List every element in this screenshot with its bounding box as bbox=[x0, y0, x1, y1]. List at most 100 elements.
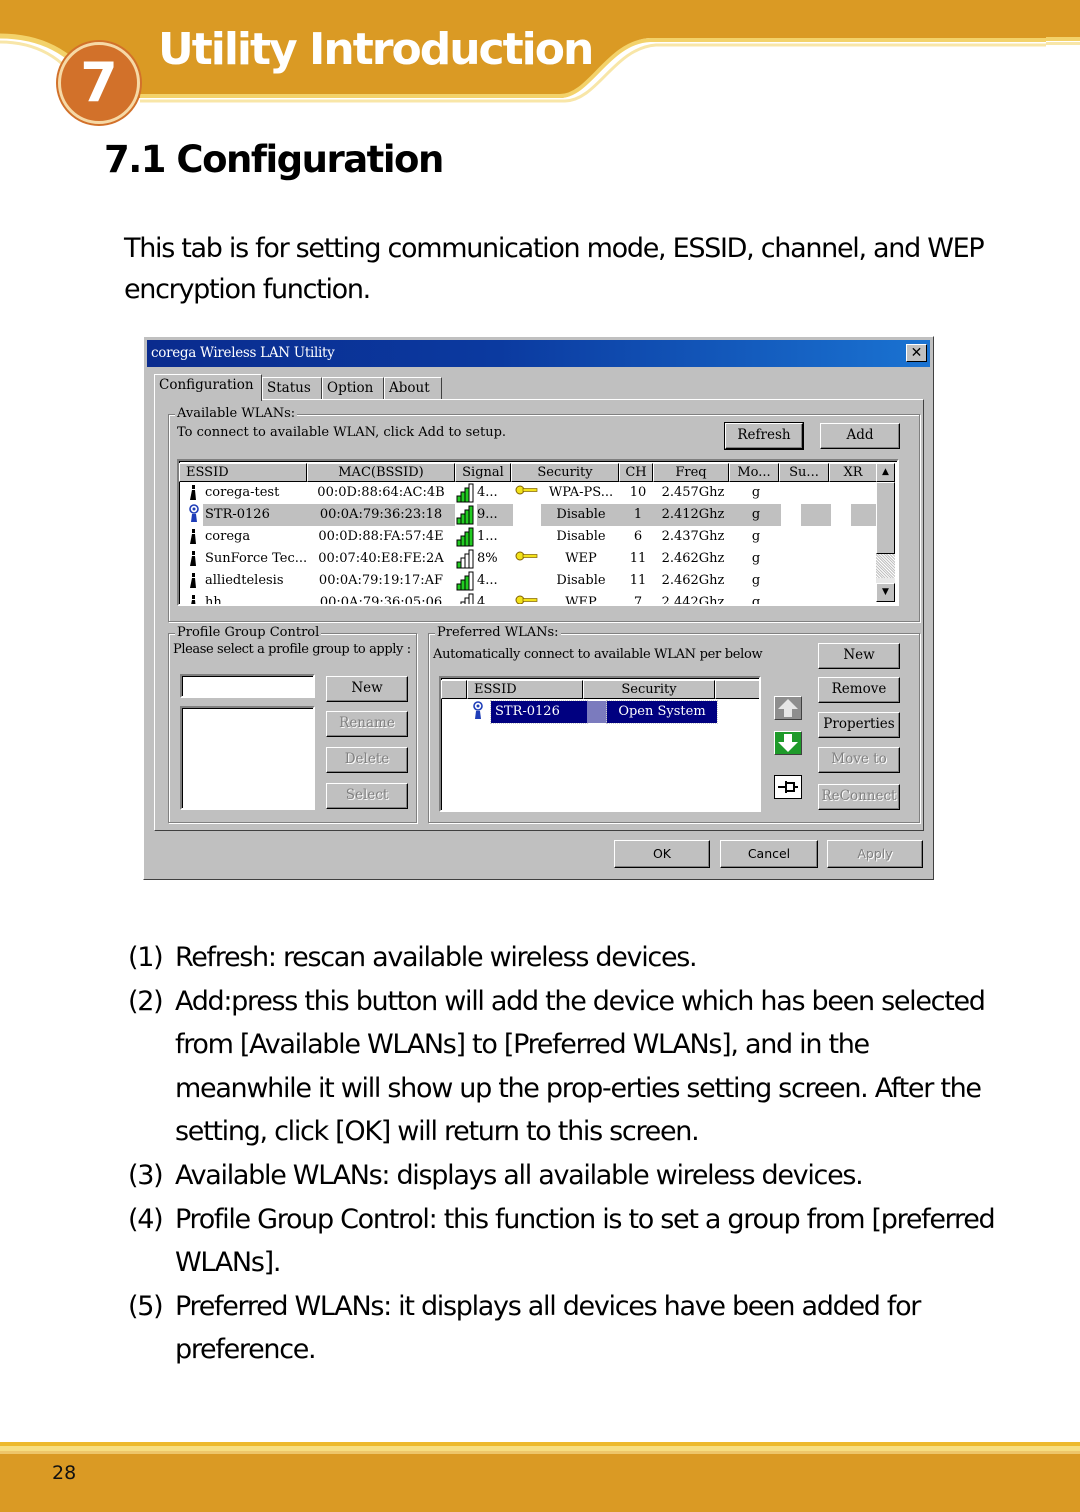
preferred-column-header-essid[interactable]: ESSID bbox=[467, 680, 583, 699]
section-intro: This tab is for setting communication mo… bbox=[124, 233, 985, 305]
down-arrow-icon bbox=[778, 734, 798, 752]
channel-cell: 11 bbox=[629, 573, 647, 588]
preferred-wlans-instruction: Automatically connect to available WLAN … bbox=[433, 647, 763, 662]
essid-cell: hh bbox=[205, 595, 222, 606]
scroll-thumb[interactable] bbox=[876, 482, 895, 554]
scroll-track[interactable] bbox=[876, 554, 895, 578]
access-point-icon bbox=[187, 526, 203, 548]
xr-cell bbox=[851, 504, 879, 526]
close-icon: ✕ bbox=[910, 345, 923, 361]
security-cell: Disable bbox=[541, 504, 621, 526]
key-icon bbox=[515, 482, 541, 504]
mac-cell: 00:0A:79:19:17:AF bbox=[318, 573, 444, 588]
note-item: (5) Preferred WLANs: it displays all devi… bbox=[128, 1290, 921, 1366]
available-wlan-row[interactable]: alliedtelesis 00:0A:79:19:17:AF 4... Disabl… bbox=[181, 570, 879, 592]
preferred-column-header-security[interactable]: Security bbox=[583, 680, 715, 699]
signal-cell: 4... bbox=[477, 573, 498, 588]
security-cell: WEP bbox=[565, 551, 597, 566]
column-header-essid[interactable]: ESSID bbox=[179, 463, 307, 482]
signal-cell: 4... bbox=[477, 485, 498, 500]
mode-cell: g bbox=[751, 551, 761, 566]
preferred-security: Open System bbox=[606, 700, 718, 724]
signal-strength-icon bbox=[455, 504, 477, 526]
available-wlan-row[interactable]: corega-test 00:0D:88:64:AC:4B 4... WPA-PS..… bbox=[181, 482, 879, 504]
preferred-reconnect-button[interactable]: ReConnect bbox=[818, 784, 900, 810]
preferred-column-header-icon[interactable] bbox=[441, 680, 467, 699]
move-up-button[interactable] bbox=[774, 696, 802, 720]
available-wlans-list[interactable]: ESSID MAC(BSSID) Signal Security CH Freq Mo...… bbox=[177, 459, 899, 606]
pin-button[interactable] bbox=[774, 775, 802, 799]
column-header-signal[interactable]: Signal bbox=[455, 463, 511, 482]
security-cell: WPA-PS... bbox=[548, 485, 614, 500]
cancel-button[interactable]: Cancel bbox=[720, 840, 818, 868]
tab-option[interactable]: Option bbox=[322, 377, 384, 399]
channel-cell: 7 bbox=[633, 595, 643, 606]
available-wlan-row[interactable]: SunForce Tec... 00:07:40:E8:FE:2A 8% WEP 11 2… bbox=[181, 548, 879, 570]
signal-cell: 8% bbox=[477, 551, 498, 566]
key-icon bbox=[515, 548, 541, 570]
profile-select-button[interactable]: Select bbox=[326, 783, 408, 809]
move-down-button[interactable] bbox=[774, 731, 802, 755]
mode-cell: g bbox=[751, 595, 761, 606]
scroll-up-button[interactable]: ▲ bbox=[876, 463, 895, 482]
column-header-security[interactable]: Security bbox=[511, 463, 619, 482]
preferred-move-to-button[interactable]: Move to bbox=[818, 747, 900, 773]
available-wlan-row[interactable]: STR-0126 00:0A:79:36:23:18 9... Disable 1 2.4… bbox=[181, 504, 879, 526]
add-button[interactable]: Add bbox=[820, 423, 900, 449]
pin-icon bbox=[778, 781, 798, 793]
list-scrollbar[interactable]: ▲ ▼ bbox=[876, 463, 895, 602]
column-header-supported[interactable]: Su... bbox=[779, 463, 829, 482]
profile-rename-button[interactable]: Rename bbox=[326, 711, 408, 737]
configuration-panel: Available WLANs: To connect to available… bbox=[154, 399, 924, 831]
window-title: corega Wireless LAN Utility bbox=[151, 345, 335, 361]
preferred-new-button[interactable]: New bbox=[818, 643, 900, 669]
profile-group-list[interactable] bbox=[180, 706, 315, 810]
tab-status[interactable]: Status bbox=[262, 377, 322, 399]
mac-cell: 00:0A:79:36:05:06 bbox=[319, 595, 443, 606]
refresh-button[interactable]: Refresh bbox=[724, 422, 804, 450]
column-header-ch[interactable]: CH bbox=[619, 463, 653, 482]
access-point-icon bbox=[187, 482, 203, 504]
available-wlans-instruction: To connect to available WLAN, click Add … bbox=[177, 425, 507, 440]
ok-button[interactable]: OK bbox=[614, 840, 710, 868]
access-point-icon bbox=[471, 701, 487, 723]
scroll-down-button[interactable]: ▼ bbox=[876, 583, 895, 602]
available-wlan-row[interactable]: hh 00:0A:79:36:05:06 4... WEP 7 2.442Ghz g bbox=[181, 592, 879, 606]
close-button[interactable]: ✕ bbox=[906, 344, 927, 362]
profile-new-button[interactable]: New bbox=[326, 676, 408, 702]
column-header-mode[interactable]: Mo... bbox=[729, 463, 779, 482]
tab-about[interactable]: About bbox=[384, 377, 442, 399]
preferred-properties-button[interactable]: Properties bbox=[818, 712, 900, 738]
essid-cell: alliedtelesis bbox=[205, 573, 284, 588]
available-wlans-group: Available WLANs: To connect to available… bbox=[168, 406, 920, 622]
preferred-remove-button[interactable]: Remove bbox=[818, 677, 900, 703]
column-header-xr[interactable]: XR bbox=[829, 463, 877, 482]
signal-strength-icon bbox=[455, 570, 477, 592]
up-arrow-icon bbox=[778, 699, 798, 717]
page-number: 28 bbox=[52, 1462, 77, 1484]
signal-cell: 1... bbox=[477, 529, 498, 544]
profile-group-control-group: Profile Group Control Please select a pr… bbox=[168, 625, 417, 823]
channel-cell: 6 bbox=[633, 529, 643, 544]
tab-configuration[interactable]: Configuration bbox=[154, 374, 262, 401]
window-titlebar[interactable]: corega Wireless LAN Utility ✕ bbox=[147, 340, 930, 367]
profile-group-name-input[interactable] bbox=[180, 674, 315, 698]
mode-cell: g bbox=[751, 485, 761, 500]
apply-button[interactable]: Apply bbox=[827, 840, 923, 868]
column-header-mac[interactable]: MAC(BSSID) bbox=[307, 463, 455, 482]
preferred-row[interactable]: STR-0126 Open System bbox=[443, 700, 743, 724]
supported-cell bbox=[801, 504, 831, 526]
freq-cell: 2.437Ghz bbox=[661, 529, 725, 544]
preferred-wlans-list[interactable]: ESSID Security STR-0126 Open System bbox=[439, 676, 761, 812]
preferred-column-header-blank[interactable] bbox=[715, 680, 759, 699]
access-point-icon bbox=[187, 504, 203, 526]
essid-cell: SunForce Tec... bbox=[205, 551, 308, 566]
available-wlan-row[interactable]: corega 00:0D:88:FA:57:4E 1... Disable 6 2.437… bbox=[181, 526, 879, 548]
wireless-lan-utility-window: corega Wireless LAN Utility ✕ Configurat… bbox=[143, 336, 934, 880]
profile-delete-button[interactable]: Delete bbox=[326, 747, 408, 773]
essid-cell: STR-0126 bbox=[203, 504, 309, 526]
mac-cell: 00:0D:88:64:AC:4B bbox=[317, 485, 445, 500]
freq-cell: 2.462Ghz bbox=[661, 551, 725, 566]
column-header-freq[interactable]: Freq bbox=[653, 463, 729, 482]
note-item: (2) Add:press this button will add the de… bbox=[128, 985, 986, 1148]
